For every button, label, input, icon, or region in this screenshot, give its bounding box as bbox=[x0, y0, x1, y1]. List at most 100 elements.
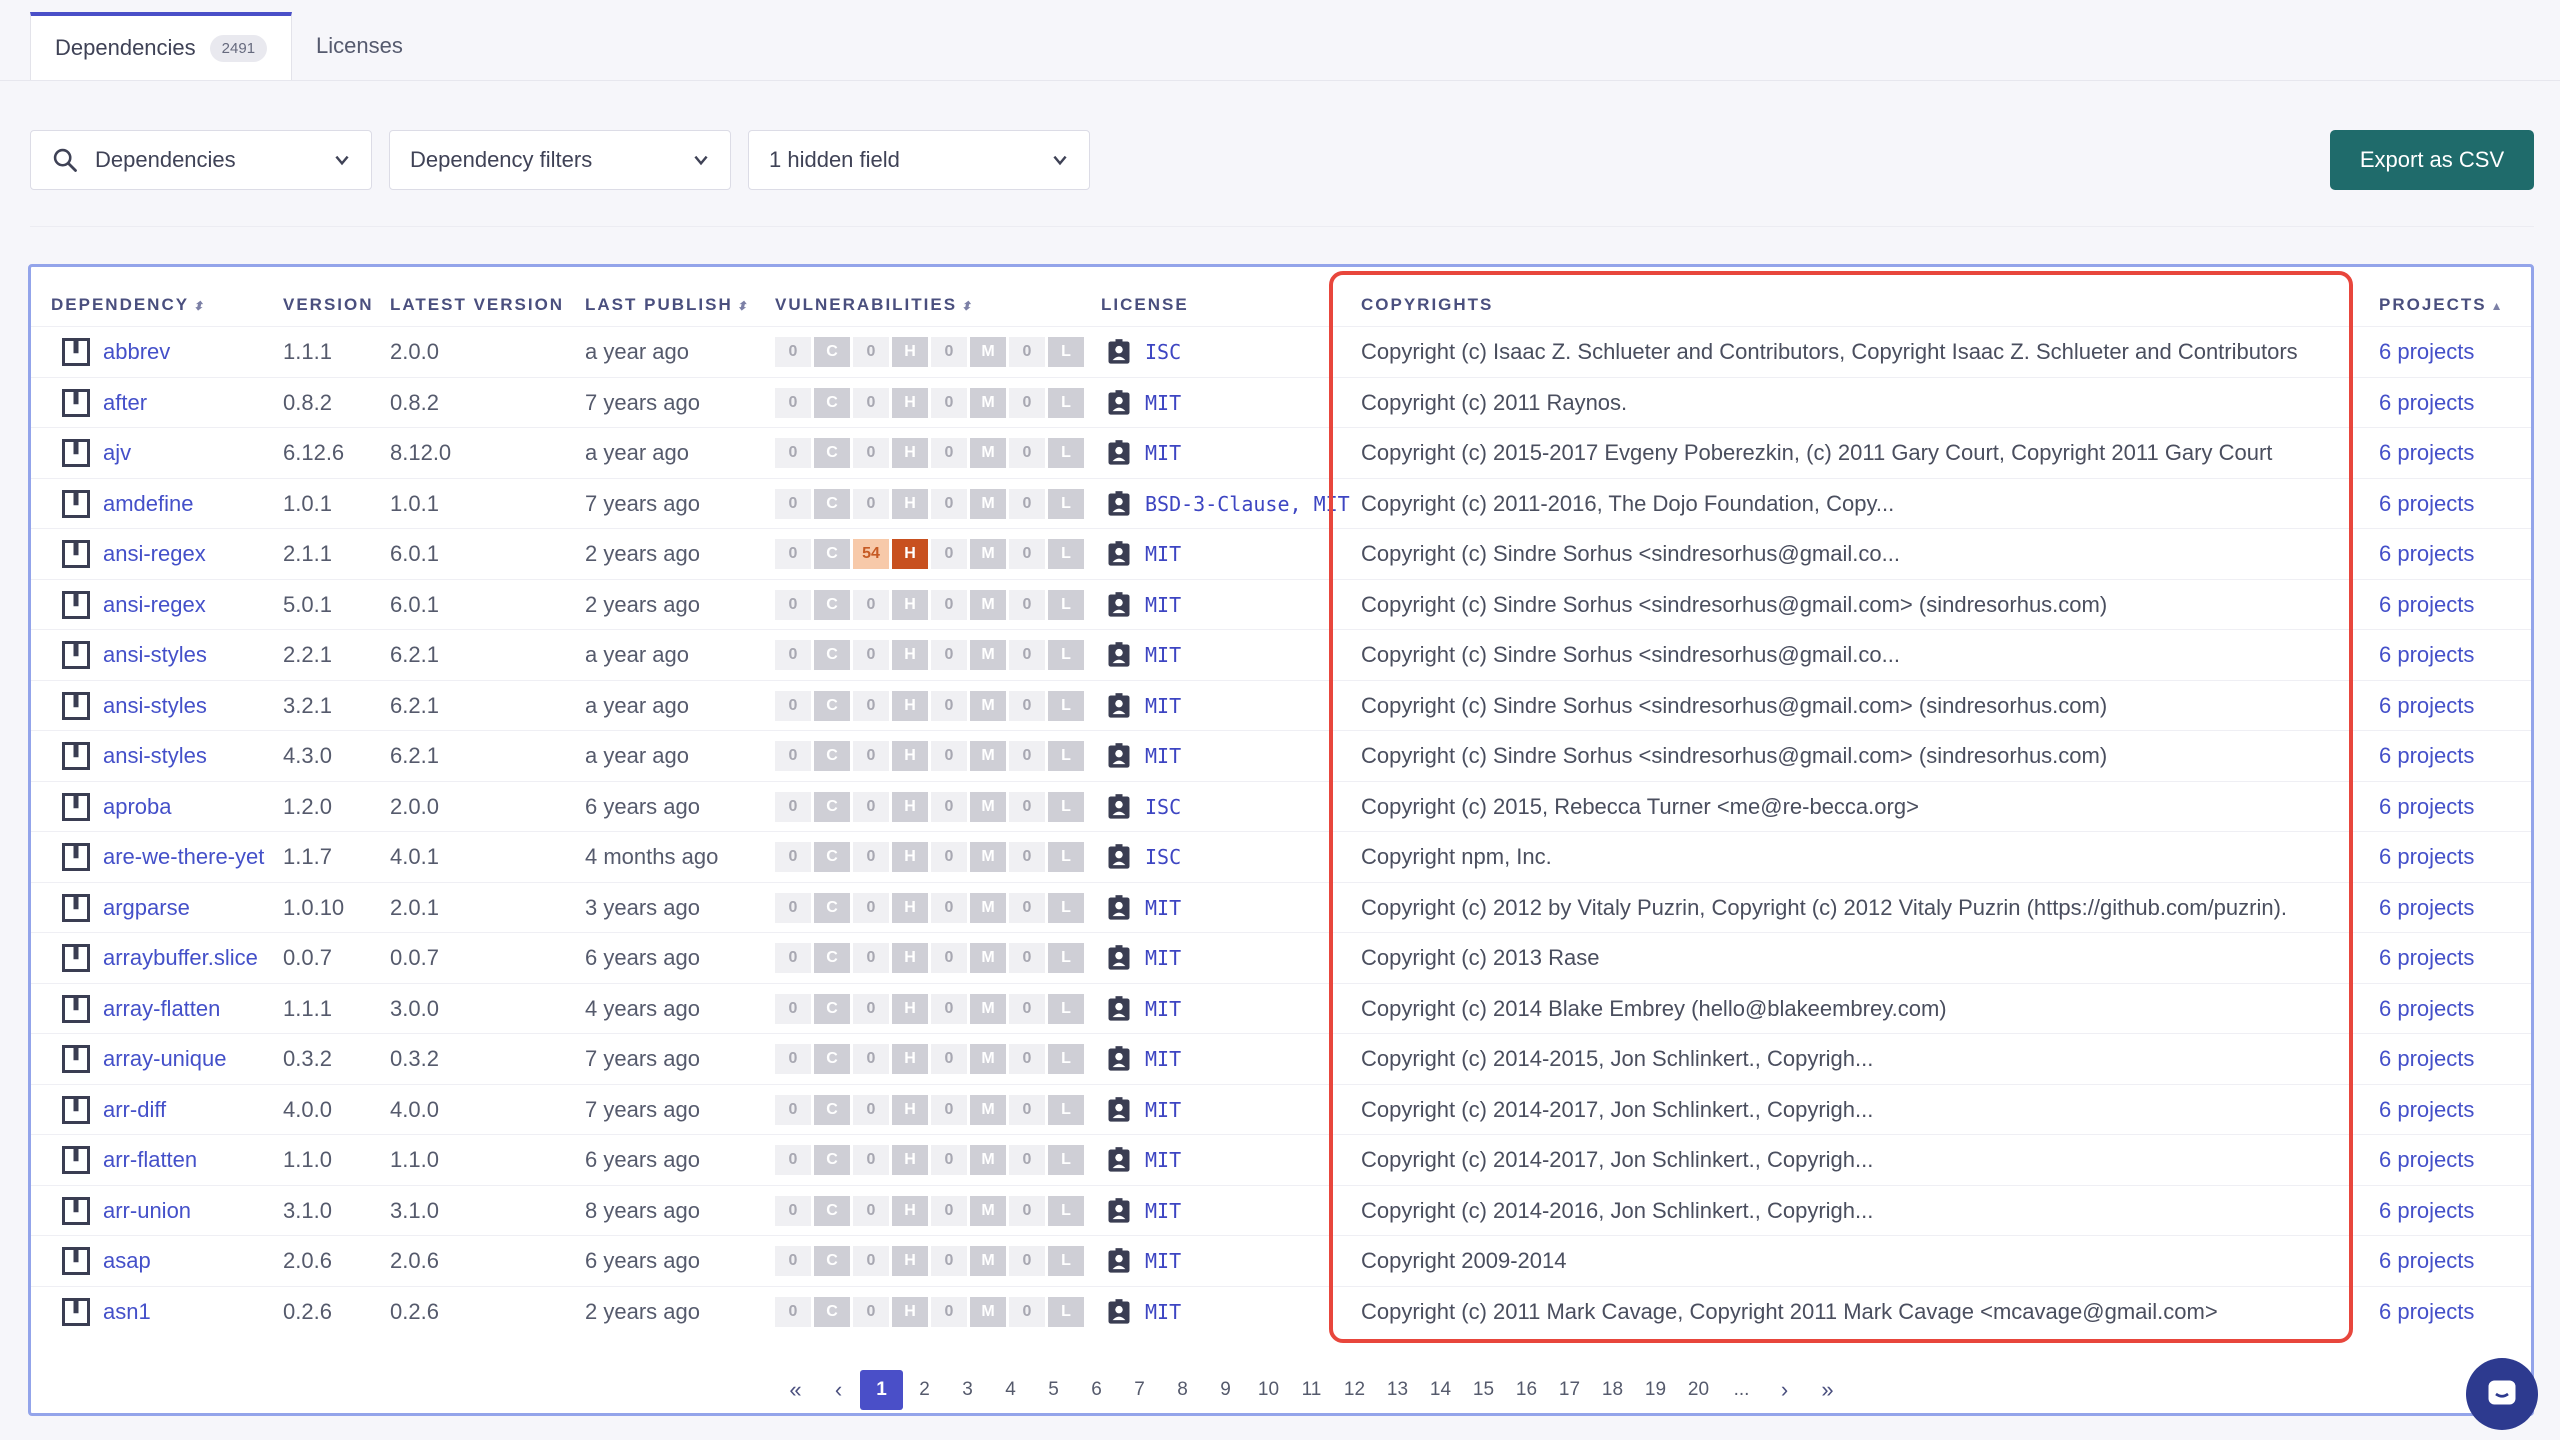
page-number-button[interactable]: 12 bbox=[1333, 1370, 1376, 1410]
dependency-link[interactable]: ajv bbox=[103, 440, 131, 466]
license-link[interactable]: MIT bbox=[1145, 1300, 1181, 1324]
projects-link[interactable]: 6 projects bbox=[2379, 794, 2474, 820]
dependency-link[interactable]: abbrev bbox=[103, 339, 170, 365]
vuln-low-label: L bbox=[1048, 1195, 1084, 1226]
dependency-link[interactable]: ansi-styles bbox=[103, 642, 207, 668]
projects-link[interactable]: 6 projects bbox=[2379, 895, 2474, 921]
sort-icon: ⬍ bbox=[193, 299, 206, 313]
last-page-button[interactable]: » bbox=[1806, 1370, 1849, 1410]
projects-link[interactable]: 6 projects bbox=[2379, 339, 2474, 365]
projects-link[interactable]: 6 projects bbox=[2379, 1147, 2474, 1173]
projects-link[interactable]: 6 projects bbox=[2379, 1097, 2474, 1123]
page-number-button[interactable]: 17 bbox=[1548, 1370, 1591, 1410]
license-link[interactable]: MIT bbox=[1145, 946, 1181, 970]
next-page-button[interactable]: › bbox=[1763, 1370, 1806, 1410]
dependency-link[interactable]: ansi-regex bbox=[103, 592, 206, 618]
page-number-button[interactable]: 19 bbox=[1634, 1370, 1677, 1410]
dependency-link[interactable]: are-we-there-yet bbox=[103, 844, 264, 870]
tab-dependencies[interactable]: Dependencies 2491 bbox=[30, 12, 293, 80]
chat-support-button[interactable] bbox=[2466, 1358, 2538, 1430]
column-header-last-publish[interactable]: LAST PUBLISH ⬍ bbox=[585, 295, 749, 315]
license-link[interactable]: MIT bbox=[1145, 1148, 1181, 1172]
projects-link[interactable]: 6 projects bbox=[2379, 491, 2474, 517]
search-scope-dropdown[interactable]: Dependencies bbox=[30, 130, 372, 190]
dependency-link[interactable]: asn1 bbox=[103, 1299, 151, 1325]
page-number-button[interactable]: 15 bbox=[1462, 1370, 1505, 1410]
license-cell: MIT bbox=[1105, 1186, 1181, 1236]
dependency-link[interactable]: ansi-styles bbox=[103, 743, 207, 769]
projects-link[interactable]: 6 projects bbox=[2379, 844, 2474, 870]
projects-link[interactable]: 6 projects bbox=[2379, 996, 2474, 1022]
first-page-button[interactable]: « bbox=[774, 1370, 817, 1410]
dependency-link[interactable]: arr-union bbox=[103, 1198, 191, 1224]
dependency-link[interactable]: argparse bbox=[103, 895, 190, 921]
export-csv-button[interactable]: Export as CSV bbox=[2330, 130, 2534, 190]
column-header-projects[interactable]: PROJECTS ▲ bbox=[2379, 295, 2505, 315]
projects-link[interactable]: 6 projects bbox=[2379, 1299, 2474, 1325]
page-number-button[interactable]: 4 bbox=[989, 1370, 1032, 1410]
license-link[interactable]: MIT bbox=[1145, 744, 1181, 768]
projects-link[interactable]: 6 projects bbox=[2379, 693, 2474, 719]
dependency-link[interactable]: ansi-styles bbox=[103, 693, 207, 719]
pagination-ellipsis[interactable]: ... bbox=[1720, 1370, 1763, 1410]
page-number-button[interactable]: 1 bbox=[860, 1370, 903, 1410]
projects-link[interactable]: 6 projects bbox=[2379, 1248, 2474, 1274]
license-link[interactable]: MIT bbox=[1145, 391, 1181, 415]
projects-link[interactable]: 6 projects bbox=[2379, 592, 2474, 618]
projects-link[interactable]: 6 projects bbox=[2379, 440, 2474, 466]
page-number-button[interactable]: 16 bbox=[1505, 1370, 1548, 1410]
license-link[interactable]: MIT bbox=[1145, 896, 1181, 920]
dependency-link[interactable]: arraybuffer.slice bbox=[103, 945, 258, 971]
column-header-vulnerabilities[interactable]: VULNERABILITIES ⬍ bbox=[775, 295, 973, 315]
projects-link[interactable]: 6 projects bbox=[2379, 1198, 2474, 1224]
page-number-button[interactable]: 6 bbox=[1075, 1370, 1118, 1410]
license-link[interactable]: ISC bbox=[1145, 845, 1181, 869]
projects-link[interactable]: 6 projects bbox=[2379, 1046, 2474, 1072]
projects-link[interactable]: 6 projects bbox=[2379, 945, 2474, 971]
dependency-link[interactable]: aproba bbox=[103, 794, 172, 820]
page-number-button[interactable]: 13 bbox=[1376, 1370, 1419, 1410]
page-number-button[interactable]: 18 bbox=[1591, 1370, 1634, 1410]
projects-link[interactable]: 6 projects bbox=[2379, 642, 2474, 668]
page-number-button[interactable]: 7 bbox=[1118, 1370, 1161, 1410]
dependency-link[interactable]: amdefine bbox=[103, 491, 194, 517]
projects-link[interactable]: 6 projects bbox=[2379, 541, 2474, 567]
license-link[interactable]: BSD-3-Clause, MIT bbox=[1145, 492, 1350, 516]
page-number-button[interactable]: 20 bbox=[1677, 1370, 1720, 1410]
dependency-link[interactable]: asap bbox=[103, 1248, 151, 1274]
page-number-button[interactable]: 14 bbox=[1419, 1370, 1462, 1410]
license-link[interactable]: ISC bbox=[1145, 340, 1181, 364]
license-link[interactable]: MIT bbox=[1145, 441, 1181, 465]
previous-page-button[interactable]: ‹ bbox=[817, 1370, 860, 1410]
dependency-link[interactable]: arr-diff bbox=[103, 1097, 166, 1123]
hidden-fields-dropdown[interactable]: 1 hidden field bbox=[748, 130, 1090, 190]
page-number-button[interactable]: 11 bbox=[1290, 1370, 1333, 1410]
tab-licenses[interactable]: Licenses bbox=[292, 12, 427, 80]
page-number-button[interactable]: 3 bbox=[946, 1370, 989, 1410]
dependency-filters-dropdown[interactable]: Dependency filters bbox=[389, 130, 731, 190]
license-link[interactable]: ISC bbox=[1145, 795, 1181, 819]
copyright-cell: Copyright (c) Sindre Sorhus <sindresorhu… bbox=[1361, 591, 2108, 617]
projects-link[interactable]: 6 projects bbox=[2379, 743, 2474, 769]
license-link[interactable]: MIT bbox=[1145, 997, 1181, 1021]
column-header-dependency[interactable]: DEPENDENCY ⬍ bbox=[51, 295, 205, 315]
page-number-button[interactable]: 5 bbox=[1032, 1370, 1075, 1410]
license-link[interactable]: MIT bbox=[1145, 593, 1181, 617]
license-link[interactable]: MIT bbox=[1145, 1098, 1181, 1122]
license-link[interactable]: MIT bbox=[1145, 1249, 1181, 1273]
license-link[interactable]: MIT bbox=[1145, 1199, 1181, 1223]
license-link[interactable]: MIT bbox=[1145, 694, 1181, 718]
license-link[interactable]: MIT bbox=[1145, 542, 1181, 566]
page-number-button[interactable]: 10 bbox=[1247, 1370, 1290, 1410]
dependency-link[interactable]: array-unique bbox=[103, 1046, 227, 1072]
page-number-button[interactable]: 8 bbox=[1161, 1370, 1204, 1410]
page-number-button[interactable]: 2 bbox=[903, 1370, 946, 1410]
page-number-button[interactable]: 9 bbox=[1204, 1370, 1247, 1410]
license-link[interactable]: MIT bbox=[1145, 643, 1181, 667]
license-link[interactable]: MIT bbox=[1145, 1047, 1181, 1071]
dependency-link[interactable]: ansi-regex bbox=[103, 541, 206, 567]
dependency-link[interactable]: arr-flatten bbox=[103, 1147, 197, 1173]
dependency-link[interactable]: after bbox=[103, 390, 147, 416]
projects-link[interactable]: 6 projects bbox=[2379, 390, 2474, 416]
dependency-link[interactable]: array-flatten bbox=[103, 996, 220, 1022]
